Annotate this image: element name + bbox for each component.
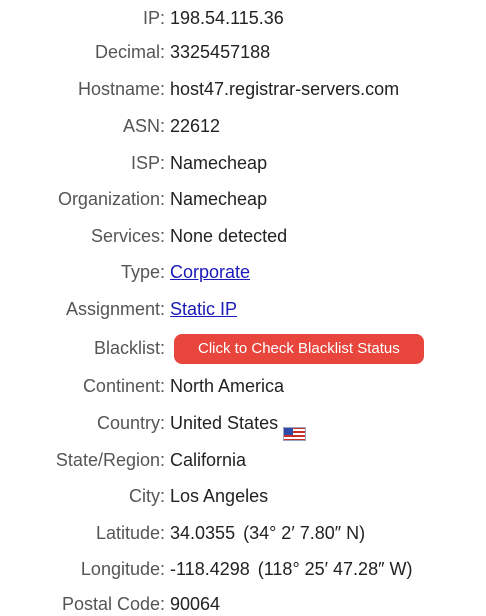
longitude-label: Longitude [80, 559, 160, 579]
us-flag-icon [283, 417, 307, 441]
row-hostname: Hostname: host47.registrar-servers.com [0, 71, 486, 109]
isp-value: Namecheap [170, 153, 268, 173]
assignment-link[interactable]: Static IP [170, 291, 237, 329]
state-value: California [170, 450, 247, 470]
city-label: City [129, 486, 160, 506]
country-value: United States [170, 413, 279, 433]
isp-label: ISP [130, 153, 160, 173]
row-services: Services: None detected [0, 218, 486, 256]
row-organization: Organization: Namecheap [0, 181, 486, 219]
continent-label: Continent [82, 376, 160, 396]
type-link[interactable]: Corporate [170, 254, 250, 292]
ip-label: IP [142, 8, 160, 28]
row-country: Country: United States [0, 405, 486, 443]
country-label: Country [96, 413, 160, 433]
postal-code-label: Postal Code [61, 594, 160, 614]
longitude-value: -118.4298 [170, 559, 250, 579]
row-isp: ISP: Namecheap [0, 145, 486, 183]
row-latitude: Latitude: 34.0355 (34° 2′ 7.80″ N) [0, 515, 486, 553]
row-state: State/Region: California [0, 442, 486, 480]
state-label: State/Region [55, 450, 160, 470]
row-continent: Continent: North America [0, 368, 486, 406]
latitude-label: Latitude [95, 523, 160, 543]
assignment-label: Assignment [65, 299, 160, 319]
organization-label: Organization [57, 189, 160, 209]
row-ip: IP: 198.54.115.36 [0, 0, 486, 38]
check-blacklist-button[interactable]: Click to Check Blacklist Status [174, 333, 424, 364]
ip-info-panel: IP: 198.54.115.36 Decimal: 3325457188 Ho… [0, 0, 486, 616]
type-label: Type [120, 262, 160, 282]
postal-code-value: 90064 [170, 594, 221, 614]
row-assignment: Assignment: Static IP [0, 291, 486, 329]
organization-value: Namecheap [170, 189, 268, 209]
row-type: Type: Corporate [0, 254, 486, 292]
row-postal-code: Postal Code: 90064 [0, 586, 486, 616]
latitude-dms: (34° 2′ 7.80″ N) [243, 523, 366, 543]
hostname-label: Hostname [77, 79, 160, 99]
hostname-value: host47.registrar-servers.com [170, 79, 400, 99]
ip-value: 198.54.115.36 [170, 8, 284, 28]
decimal-label: Decimal [94, 42, 160, 62]
city-value: Los Angeles [170, 486, 269, 506]
row-blacklist: Blacklist: Click to Check Blacklist Stat… [0, 330, 486, 368]
row-decimal: Decimal: 3325457188 [0, 34, 486, 72]
decimal-value: 3325457188 [170, 42, 271, 62]
asn-value: 22612 [170, 116, 221, 136]
blacklist-label: Blacklist [93, 338, 160, 358]
asn-label: ASN [122, 116, 160, 136]
row-city: City: Los Angeles [0, 478, 486, 516]
continent-value: North America [170, 376, 285, 396]
longitude-dms: (118° 25′ 47.28″ W) [257, 559, 413, 579]
row-asn: ASN: 22612 [0, 108, 486, 146]
services-value: None detected [170, 226, 288, 246]
latitude-value: 34.0355 [170, 523, 236, 543]
row-longitude: Longitude: -118.4298 (118° 25′ 47.28″ W) [0, 551, 486, 589]
services-label: Services [90, 226, 160, 246]
